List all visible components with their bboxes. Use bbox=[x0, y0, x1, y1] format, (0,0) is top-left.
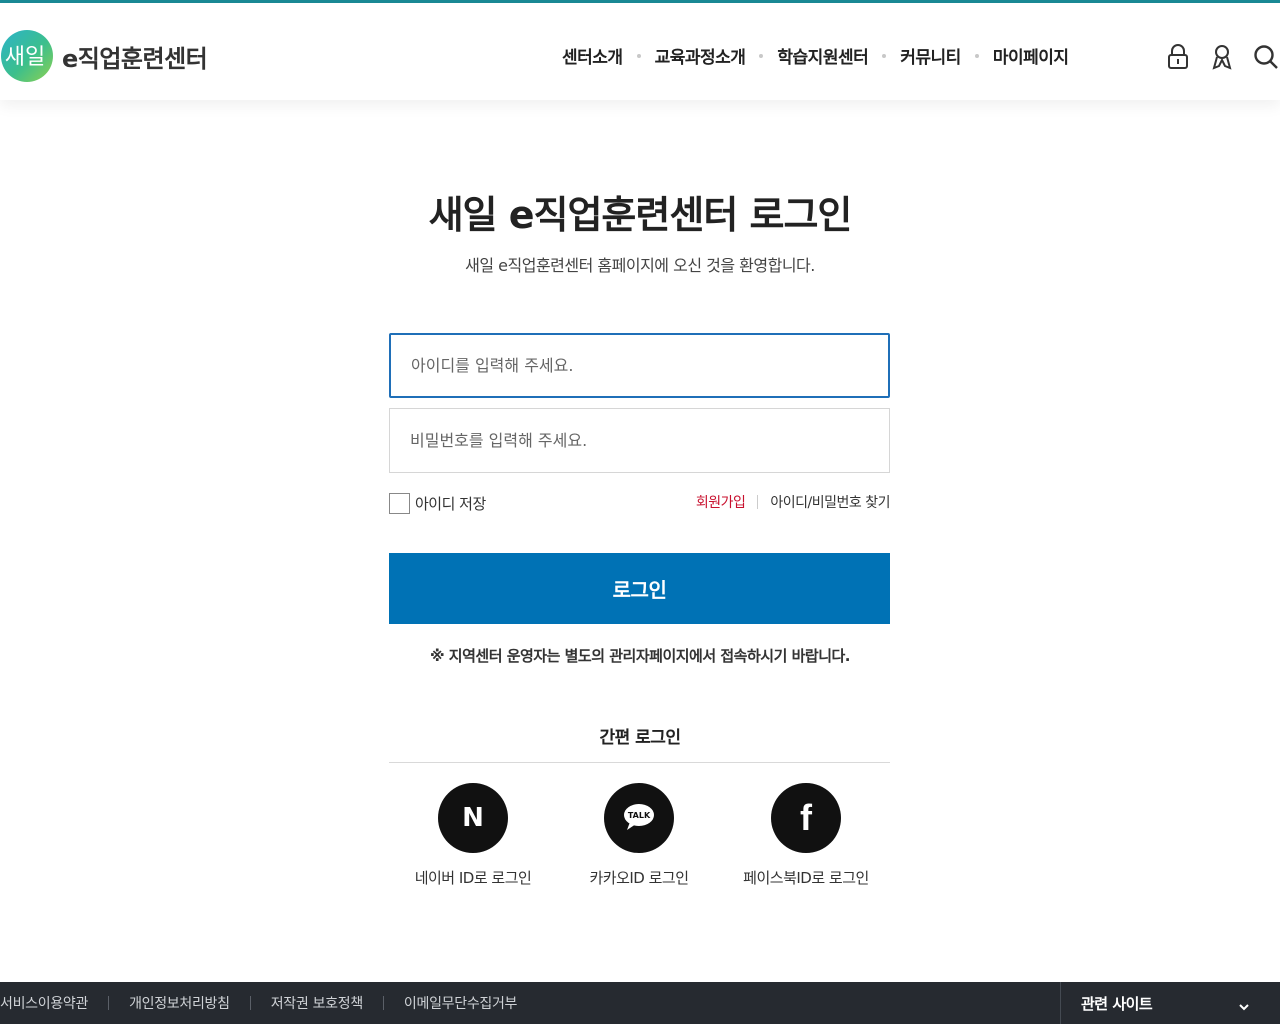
facebook-glyph: f bbox=[800, 797, 812, 838]
naver-glyph: N bbox=[462, 803, 484, 833]
nav-item-community[interactable]: 커뮤니티 bbox=[886, 43, 975, 68]
footer-link-email-refusal[interactable]: 이메일무단수집거부 bbox=[404, 993, 518, 1013]
footer-link-privacy[interactable]: 개인정보처리방침 bbox=[129, 993, 230, 1013]
family-site-label: 관련 사이트 bbox=[1081, 994, 1153, 1013]
admin-notice: ※ 지역센터 운영자는 별도의 관리자페이지에서 접속하시기 바랍니다. bbox=[429, 647, 851, 665]
site-logo[interactable]: 새일 e직업훈련센터 bbox=[0, 29, 208, 83]
user-icon[interactable] bbox=[1209, 43, 1235, 71]
naver-login-button[interactable]: N 네이버 ID로 로그인 bbox=[383, 783, 563, 888]
logo-mark-text: 새일 bbox=[5, 45, 45, 70]
join-link[interactable]: 회원가입 bbox=[696, 492, 746, 512]
footer-divider bbox=[382, 996, 384, 1010]
page-title: 새일 e직업훈련센터 로그인 bbox=[428, 193, 853, 237]
login-button[interactable]: 로그인 bbox=[389, 553, 890, 624]
nav-item-mypage[interactable]: 마이페이지 bbox=[979, 43, 1083, 68]
kakao-talk-icon: TALK bbox=[604, 783, 674, 853]
family-site-select[interactable]: 관련 사이트 bbox=[1060, 982, 1280, 1024]
nav-item-center[interactable]: 센터소개 bbox=[548, 43, 637, 68]
easy-login-divider bbox=[389, 762, 890, 763]
footer-links: 서비스이용약관 개인정보처리방침 저작권 보호정책 이메일무단수집거부 bbox=[0, 982, 517, 1024]
main-nav: 센터소개 교육과정소개 학습지원센터 커뮤니티 마이페이지 bbox=[548, 43, 1083, 68]
lock-icon[interactable] bbox=[1165, 43, 1191, 71]
kakao-login-button[interactable]: TALK 카카오ID 로그인 bbox=[549, 783, 729, 888]
facebook-icon: f bbox=[771, 783, 841, 853]
facebook-login-label: 페이스북ID로 로그인 bbox=[743, 869, 869, 887]
kakao-login-label: 카카오ID 로그인 bbox=[589, 869, 689, 887]
chevron-down-icon bbox=[1238, 997, 1250, 1016]
save-id-checkbox[interactable] bbox=[389, 493, 410, 514]
easy-login-title: 간편 로그인 bbox=[599, 728, 681, 748]
link-divider bbox=[757, 495, 759, 509]
save-id-label: 아이디 저장 bbox=[415, 495, 486, 513]
footer-link-copyright[interactable]: 저작권 보호정책 bbox=[271, 993, 364, 1013]
footer-link-terms[interactable]: 서비스이용약관 bbox=[0, 993, 88, 1013]
footer-divider bbox=[249, 996, 251, 1010]
naver-login-label: 네이버 ID로 로그인 bbox=[414, 869, 532, 887]
facebook-login-button[interactable]: f 페이스북ID로 로그인 bbox=[716, 783, 896, 888]
nav-item-support[interactable]: 학습지원센터 bbox=[763, 43, 882, 68]
site-header: 새일 e직업훈련센터 센터소개 교육과정소개 학습지원센터 커뮤니티 마이페이지 bbox=[0, 3, 1280, 100]
login-main: 새일 e직업훈련센터 로그인 새일 e직업훈련센터 홈페이지에 오신 것을 환영… bbox=[0, 100, 1280, 982]
site-footer: 서비스이용약관 개인정보처리방침 저작권 보호정책 이메일무단수집거부 관련 사… bbox=[0, 982, 1280, 1024]
search-icon[interactable] bbox=[1253, 43, 1279, 71]
id-input[interactable] bbox=[391, 335, 888, 396]
find-account-link[interactable]: 아이디/비밀번호 찾기 bbox=[770, 492, 890, 512]
password-input[interactable] bbox=[390, 409, 889, 472]
account-links: 회원가입 아이디/비밀번호 찾기 bbox=[696, 492, 890, 512]
naver-icon: N bbox=[438, 783, 508, 853]
nav-item-course[interactable]: 교육과정소개 bbox=[641, 43, 760, 68]
footer-divider bbox=[108, 996, 110, 1010]
password-field bbox=[389, 408, 890, 473]
logo-mark-icon: 새일 bbox=[0, 29, 54, 83]
page-subtitle: 새일 e직업훈련센터 홈페이지에 오신 것을 환영합니다. bbox=[465, 256, 815, 275]
logo-text: e직업훈련센터 bbox=[62, 44, 208, 73]
save-id-control[interactable]: 아이디 저장 bbox=[389, 493, 486, 514]
id-field bbox=[389, 333, 890, 398]
kakao-glyph: TALK bbox=[628, 811, 651, 820]
